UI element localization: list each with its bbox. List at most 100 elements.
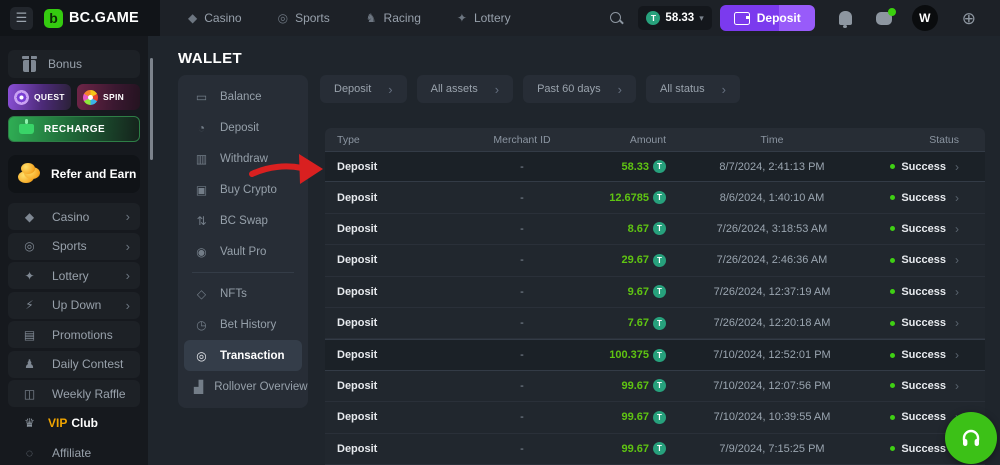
success-dot-icon: [890, 226, 895, 231]
sidebar-item-promotions[interactable]: ▤ Promotions: [8, 321, 140, 348]
wallet-nav-panel: ▭ Balance ◔ Deposit ▥ Withdraw ▣ Buy Cry…: [178, 75, 308, 408]
table-row[interactable]: Deposit - 99.67 T 7/10/2024, 10:39:55 AM…: [325, 402, 985, 433]
filter-deposit[interactable]: Deposit ›: [320, 75, 407, 103]
affiliate-icon: ◌: [22, 446, 37, 460]
page-title: WALLET: [178, 50, 242, 67]
nav-item-casino[interactable]: ◆ Casino: [188, 11, 242, 25]
quest-button[interactable]: QUEST: [8, 84, 71, 110]
tether-coin-icon: T: [653, 285, 666, 298]
chart-icon: ▟: [194, 380, 203, 394]
support-button[interactable]: [945, 412, 997, 464]
promotions-icon: ▤: [22, 328, 37, 342]
wallet-nav-deposit[interactable]: ◔ Deposit: [184, 112, 302, 143]
tether-coin-icon: T: [653, 411, 666, 424]
casino-icon: ◆: [22, 210, 37, 224]
filters-bar: Deposit › All assets › Past 60 days › Al…: [320, 75, 740, 103]
gold-coins-icon: [16, 163, 42, 185]
sports-icon: ◎: [22, 239, 37, 253]
wallet-nav-balance[interactable]: ▭ Balance: [184, 81, 302, 112]
chat-icon[interactable]: [876, 12, 892, 25]
user-avatar[interactable]: W: [912, 5, 938, 31]
bonus-button[interactable]: Bonus: [8, 50, 140, 78]
language-globe-icon[interactable]: ⊕: [962, 10, 976, 27]
withdraw-icon: ▥: [194, 152, 209, 166]
tether-coin-icon: T: [653, 222, 666, 235]
chevron-right-icon: ›: [722, 82, 726, 97]
wallet-nav-bc-swap[interactable]: ⇅ BC Swap: [184, 205, 302, 236]
balance-amount: 58.33: [665, 12, 694, 24]
racing-icon: ♞: [366, 11, 377, 25]
sidebar-item-sports[interactable]: ◎ Sports ›: [8, 233, 140, 260]
nav-item-lottery[interactable]: ✦ Lottery: [457, 11, 511, 25]
chevron-right-icon: ›: [126, 268, 130, 283]
table-body: Deposit - 58.33 T 8/7/2024, 2:41:13 PM S…: [325, 151, 985, 465]
wallet-nav-rollover-overview[interactable]: ▟ Rollover Overview: [184, 371, 302, 402]
table-row[interactable]: Deposit - 100.375 T 7/10/2024, 12:52:01 …: [325, 339, 985, 370]
success-dot-icon: [890, 164, 895, 169]
spin-wheel-icon: [83, 90, 98, 105]
sidebar-item-weekly-raffle[interactable]: ◫ Weekly Raffle: [8, 380, 140, 407]
sidebar-item-up-down[interactable]: ⚡ Up Down ›: [8, 292, 140, 319]
lottery-icon: ✦: [22, 269, 37, 283]
balance-selector[interactable]: T 58.33 ▾: [638, 6, 711, 30]
table-row[interactable]: Deposit - 99.67 T 7/10/2024, 12:07:56 PM…: [325, 371, 985, 402]
wallet-nav-vault-pro[interactable]: ◉ Vault Pro: [184, 236, 302, 267]
search-icon[interactable]: [609, 11, 624, 26]
wallet-icon: [734, 12, 750, 25]
table-row[interactable]: Deposit - 12.6785 T 8/6/2024, 1:40:10 AM…: [325, 182, 985, 213]
bcgame-logo[interactable]: b BC.GAME: [44, 9, 139, 28]
chevron-right-icon: ›: [955, 253, 959, 267]
column-header-status: Status: [878, 134, 973, 146]
sidebar-item-casino[interactable]: ◆ Casino ›: [8, 203, 140, 230]
table-header: Type Merchant ID Amount Time Status: [325, 128, 985, 151]
nft-icon: ◇: [194, 287, 209, 301]
wallet-nav-nfts[interactable]: ◇ NFTs: [184, 278, 302, 309]
sidebar-item-daily-contest[interactable]: ♟ Daily Contest: [8, 351, 140, 378]
wallet-nav-bet-history[interactable]: ◷ Bet History: [184, 309, 302, 340]
table-row[interactable]: Deposit - 8.67 T 7/26/2024, 3:18:53 AM S…: [325, 214, 985, 245]
tether-coin-icon: T: [653, 191, 666, 204]
hamburger-menu-icon[interactable]: ☰: [10, 7, 33, 30]
success-dot-icon: [890, 446, 895, 451]
sidebar-item-lottery[interactable]: ✦ Lottery ›: [8, 262, 140, 289]
wallet-nav-withdraw[interactable]: ▥ Withdraw: [184, 143, 302, 174]
table-row[interactable]: Deposit - 99.67 T 7/9/2024, 7:15:25 PM S…: [325, 434, 985, 465]
wallet-nav-buy-crypto[interactable]: ▣ Buy Crypto: [184, 174, 302, 205]
transactions-table: Type Merchant ID Amount Time Status Depo…: [325, 128, 985, 465]
filter-past-60-days[interactable]: Past 60 days ›: [523, 75, 636, 103]
sidebar-item-vipclub[interactable]: ♛ VIPClub: [8, 410, 140, 437]
nav-item-sports[interactable]: ◎ Sports: [278, 11, 330, 25]
nav-item-racing[interactable]: ♞ Racing: [366, 11, 421, 25]
table-row[interactable]: Deposit - 29.67 T 7/26/2024, 2:46:36 AM …: [325, 245, 985, 276]
column-header-merchant-id: Merchant ID: [452, 134, 592, 146]
tether-coin-icon: T: [646, 11, 660, 25]
success-dot-icon: [890, 258, 895, 263]
refer-and-earn-button[interactable]: Refer and Earn: [8, 155, 140, 193]
spin-button[interactable]: SPIN: [77, 84, 140, 110]
chevron-right-icon: ›: [618, 82, 622, 97]
wallet-nav-transaction[interactable]: ◎ Transaction: [184, 340, 302, 371]
primary-nav: ◆ Casino ◎ Sports ♞ Racing ✦ Lottery: [188, 11, 511, 25]
tether-coin-icon: T: [653, 317, 666, 330]
filter-all-status[interactable]: All status ›: [646, 75, 740, 103]
tether-coin-icon: T: [653, 379, 666, 392]
wallet-icon: ▭: [194, 90, 209, 104]
vault-icon: ◉: [194, 245, 209, 259]
chevron-right-icon: ›: [955, 379, 959, 393]
table-row[interactable]: Deposit - 7.67 T 7/26/2024, 12:20:18 AM …: [325, 308, 985, 339]
chevron-right-icon: ›: [955, 348, 959, 362]
chevron-right-icon: ›: [955, 316, 959, 330]
table-row[interactable]: Deposit - 9.67 T 7/26/2024, 12:37:19 AM …: [325, 277, 985, 308]
filter-all-assets[interactable]: All assets ›: [417, 75, 513, 103]
navbar-left: ☰ b BC.GAME: [0, 0, 160, 36]
bcgame-logo-icon: b: [44, 9, 63, 28]
bcgame-wallet-page: ☰ b BC.GAME ◆ Casino ◎ Sports ♞ Racing ✦…: [0, 0, 1000, 465]
deposit-button[interactable]: Deposit: [720, 5, 815, 31]
sidebar-item-affiliate[interactable]: ◌ Affiliate: [8, 439, 140, 465]
scrollbar-thumb[interactable]: [150, 58, 153, 160]
contest-icon: ♟: [22, 357, 37, 371]
recharge-button[interactable]: RECHARGE: [8, 116, 140, 142]
notifications-bell-icon[interactable]: [839, 11, 852, 25]
chevron-right-icon: ›: [495, 82, 499, 97]
table-row[interactable]: Deposit - 58.33 T 8/7/2024, 2:41:13 PM S…: [325, 151, 985, 182]
